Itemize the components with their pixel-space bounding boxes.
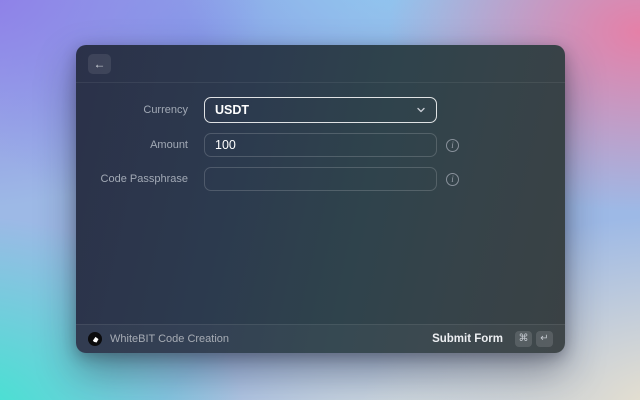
currency-label: Currency (143, 104, 188, 116)
currency-value: USDT (215, 103, 250, 117)
form-row-currency: Currency USDT (76, 97, 565, 123)
command-key-icon: ⌘ (515, 331, 532, 347)
enter-key-icon: ↵ (536, 331, 553, 347)
form-row-amount: Amount 100 i (76, 133, 565, 157)
currency-dropdown[interactable]: USDT (204, 97, 437, 123)
passphrase-input[interactable] (204, 167, 437, 191)
app-title: WhiteBIT Code Creation (110, 333, 230, 345)
whitebit-logo-icon (88, 332, 102, 346)
amount-input[interactable]: 100 (204, 133, 437, 157)
chevron-down-icon (416, 105, 426, 115)
passphrase-info-icon[interactable]: i (446, 172, 459, 186)
amount-label: Amount (150, 139, 188, 151)
amount-info-icon[interactable]: i (446, 138, 459, 152)
back-arrow-icon: ← (93, 56, 106, 71)
form-row-passphrase: Code Passphrase i (76, 167, 565, 191)
form: Currency USDT Amount 100 i Code Passphra… (76, 83, 565, 191)
amount-value: 100 (215, 138, 236, 152)
passphrase-label: Code Passphrase (100, 173, 188, 185)
footer-bar: WhiteBIT Code Creation Submit Form ⌘ ↵ (76, 324, 565, 353)
back-button[interactable]: ← (88, 53, 111, 74)
desktop-background: { "window": { "header": { "back_label": … (0, 0, 640, 400)
footer-actions: Submit Form ⌘ ↵ (432, 331, 553, 347)
submit-form-button[interactable]: Submit Form (432, 333, 503, 345)
window-header: ← (76, 45, 565, 83)
app-window: ← Currency USDT Amount 100 i Code Passph… (76, 45, 565, 353)
